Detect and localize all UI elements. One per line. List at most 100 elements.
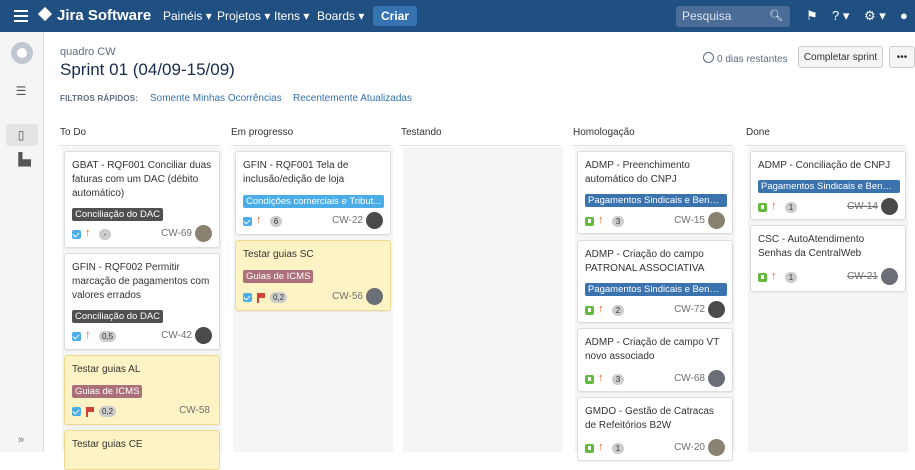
- sprint-title: Sprint 01 (04/09-15/09): [60, 60, 235, 79]
- card-footer: ↑ 1 CW-14: [758, 198, 900, 215]
- assignee-avatar[interactable]: [881, 198, 898, 215]
- complete-sprint-button[interactable]: Completar sprint: [798, 46, 883, 68]
- more-actions-button[interactable]: •••: [889, 46, 915, 68]
- estimate-badge: 0,5: [99, 331, 117, 342]
- priority-high-icon: ↑: [598, 214, 604, 226]
- issue-key[interactable]: CW-14: [847, 201, 878, 212]
- issue-card[interactable]: Testar guias CE: [64, 430, 220, 470]
- clock-icon: [703, 52, 714, 63]
- issue-key[interactable]: CW-22: [332, 215, 363, 226]
- issue-card[interactable]: GFIN - RQF002 Permitir marcação de pagam…: [64, 253, 220, 350]
- priority-high-icon: ↑: [598, 303, 604, 315]
- flag-icon: [86, 407, 94, 417]
- help-icon[interactable]: ? ▾: [832, 0, 849, 32]
- column-header: To Do: [60, 117, 220, 146]
- issue-card[interactable]: ADMP - Criação de campo VT novo associad…: [577, 328, 733, 392]
- board-icon[interactable]: ▯: [14, 128, 28, 142]
- create-button[interactable]: Criar: [373, 6, 418, 26]
- assignee-avatar[interactable]: [366, 288, 383, 305]
- priority-high-icon: ↑: [85, 227, 91, 239]
- quick-filter-mine[interactable]: Somente Minhas Ocorrências: [150, 93, 282, 104]
- reports-icon[interactable]: ▐▄: [14, 152, 31, 166]
- issue-key[interactable]: CW-42: [161, 330, 192, 341]
- epic-label[interactable]: Pagamentos Sindicais e Benef...: [758, 180, 900, 193]
- issue-card[interactable]: ADMP - Conciliação de CNPJ Pagamentos Sin…: [750, 151, 906, 220]
- story-icon: [758, 273, 767, 282]
- menu-paineis[interactable]: Painéis ▾: [163, 0, 212, 32]
- issue-summary: GFIN - RQF002 Permitir marcação de pagam…: [72, 262, 210, 301]
- issue-key[interactable]: CW-20: [674, 442, 705, 453]
- estimate-badge: 1: [612, 443, 624, 454]
- issue-card[interactable]: Testar guias SC Guias de ICMS 0,2 CW-56: [235, 240, 391, 311]
- assignee-avatar[interactable]: [708, 212, 725, 229]
- task-icon: [72, 407, 81, 416]
- search-icon: 🔍︎: [769, 10, 783, 22]
- assignee-avatar[interactable]: [366, 212, 383, 229]
- epic-label[interactable]: Pagamentos Sindicais e Benef...: [585, 194, 727, 207]
- quick-filter-recent[interactable]: Recentemente Atualizadas: [293, 93, 412, 104]
- project-sidebar: ☰ ▯ ▐▄ »: [0, 32, 44, 452]
- assignee-avatar[interactable]: [195, 225, 212, 242]
- issue-key[interactable]: CW-56: [332, 291, 363, 302]
- column-title: Em progresso: [231, 127, 294, 138]
- issue-key[interactable]: CW-68: [674, 373, 705, 384]
- issue-key[interactable]: CW-72: [674, 304, 705, 315]
- epic-label[interactable]: Conciliação do DAC: [72, 310, 164, 323]
- issue-summary: CSC - AutoAtendimento Senhas da CentralW…: [758, 234, 865, 259]
- epic-label[interactable]: Guias de ICMS: [72, 385, 143, 398]
- user-avatar-icon[interactable]: ●: [900, 0, 908, 32]
- issue-card[interactable]: GBAT - RQF001 Conciliar duas faturas com…: [64, 151, 220, 248]
- issue-key[interactable]: CW-69: [161, 228, 192, 239]
- issue-summary: ADMP - Criação de campo VT novo associad…: [585, 337, 720, 362]
- menu-projetos[interactable]: Projetos ▾: [217, 0, 270, 32]
- priority-high-icon: ↑: [771, 270, 777, 282]
- issue-card[interactable]: GFIN - RQF001 Tela de inclusão/edição de…: [235, 151, 391, 235]
- jira-logo[interactable]: Jira Software: [37, 0, 151, 32]
- settings-icon[interactable]: ⚙ ▾: [864, 0, 886, 32]
- backlog-icon[interactable]: ☰: [14, 84, 28, 98]
- issue-key[interactable]: CW-58: [179, 405, 210, 416]
- estimate-badge: 0,2: [99, 406, 117, 417]
- issue-card[interactable]: ADMP - Preenchimento automático do CNPJ P…: [577, 151, 733, 234]
- feedback-icon[interactable]: ⚑: [806, 0, 818, 32]
- column-title: To Do: [60, 127, 87, 138]
- issue-card[interactable]: Testar guias AL Guias de ICMS 0,2 CW-58: [64, 355, 220, 425]
- card-footer: ↑ 6 CW-22: [243, 212, 385, 229]
- search-input[interactable]: Pesquisa 🔍︎: [676, 6, 790, 27]
- menu-icon[interactable]: [14, 10, 28, 22]
- story-icon: [585, 306, 594, 315]
- expand-sidebar-icon[interactable]: »: [18, 434, 24, 446]
- issue-key[interactable]: CW-21: [847, 271, 878, 282]
- column-header: Done: [746, 117, 906, 146]
- assignee-avatar[interactable]: [881, 268, 898, 285]
- epic-label[interactable]: Conciliação do DAC: [72, 208, 164, 221]
- issue-summary: GMDO - Gestão de Catracas de Refeitórios…: [585, 406, 714, 431]
- issue-summary: ADMP - Preenchimento automático do CNPJ: [585, 160, 690, 185]
- assignee-avatar[interactable]: [708, 439, 725, 456]
- assignee-avatar[interactable]: [708, 370, 725, 387]
- quick-filters-label: FILTROS RÁPIDOS:: [60, 94, 139, 103]
- priority-high-icon: ↑: [598, 441, 604, 453]
- issue-summary: GFIN - RQF001 Tela de inclusão/edição de…: [243, 160, 349, 185]
- epic-label[interactable]: Pagamentos Sindicais e Benef...: [585, 283, 727, 296]
- estimate-badge: 1: [785, 272, 797, 283]
- card-footer: ↑ 3 CW-15: [585, 212, 727, 229]
- assignee-avatar[interactable]: [195, 327, 212, 344]
- issue-card[interactable]: CSC - AutoAtendimento Senhas da CentralW…: [750, 225, 906, 292]
- project-avatar-icon[interactable]: [11, 42, 33, 64]
- story-icon: [758, 203, 767, 212]
- card-footer: ↑ 1 CW-21: [758, 268, 900, 285]
- menu-boards[interactable]: Boards ▾: [317, 0, 364, 32]
- estimate-badge: 3: [612, 216, 624, 227]
- issue-card[interactable]: ADMP - Criação do campo PATRONAL ASSOCIA…: [577, 240, 733, 323]
- issue-card[interactable]: GMDO - Gestão de Catracas de Refeitórios…: [577, 397, 733, 461]
- assignee-avatar[interactable]: [708, 301, 725, 318]
- epic-label[interactable]: Condições comerciais e Tribut...: [243, 195, 385, 208]
- card-footer: ↑ - CW-69: [72, 225, 214, 242]
- estimate-badge: 2: [612, 305, 624, 316]
- priority-high-icon: ↑: [85, 329, 91, 341]
- issue-key[interactable]: CW-15: [674, 215, 705, 226]
- epic-label[interactable]: Guias de ICMS: [243, 270, 314, 283]
- story-icon: [585, 375, 594, 384]
- menu-itens[interactable]: Itens ▾: [274, 0, 309, 32]
